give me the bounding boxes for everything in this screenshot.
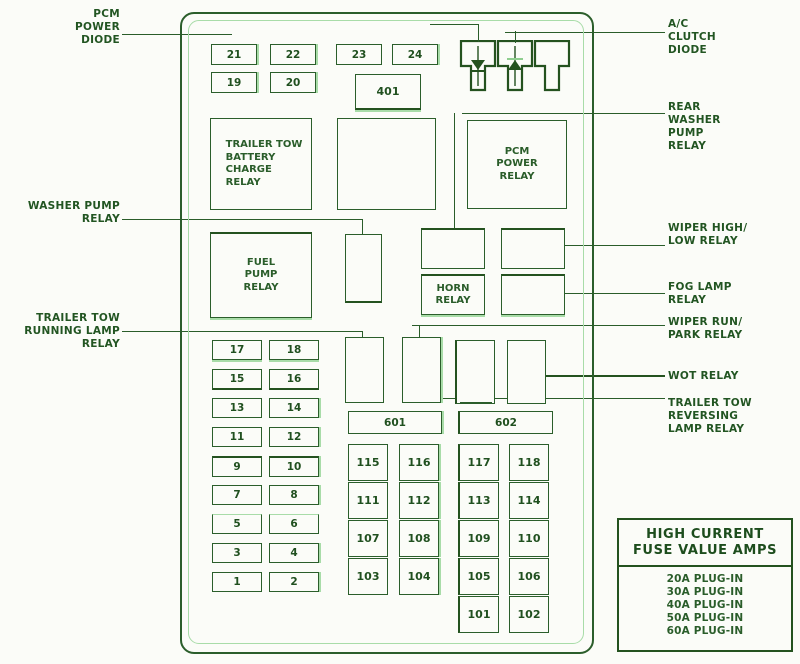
fuse-8[interactable]: 8 xyxy=(269,485,319,505)
fuse-101[interactable]: 101 xyxy=(458,596,499,633)
legend-item-60a: 60A PLUG-IN xyxy=(666,625,744,637)
legend-item-50a: 50A PLUG-IN xyxy=(666,612,744,624)
fuse-102[interactable]: 102 xyxy=(509,596,549,633)
label-trailer-tow-running-lamp-relay: TRAILER TOW RUNNING LAMP RELAY xyxy=(24,312,120,350)
trailer-tow-running-connector-v xyxy=(362,331,363,338)
wiper-run-park-connector-v xyxy=(419,325,420,338)
relay-fuel-pump-label: FUEL PUMP RELAY xyxy=(243,256,279,293)
fuse-3[interactable]: 3 xyxy=(212,543,262,563)
fuse-113[interactable]: 113 xyxy=(458,482,499,519)
fuse-22[interactable]: 22 xyxy=(270,44,316,65)
label-ac-clutch-diode: A/C CLUTCH DIODE xyxy=(668,18,717,56)
label-wot-relay: WOT RELAY xyxy=(668,370,739,382)
fuse-112[interactable]: 112 xyxy=(399,482,439,519)
fuse-10[interactable]: 10 xyxy=(269,456,319,477)
fuse-14[interactable]: 14 xyxy=(269,398,319,418)
fuse-5[interactable]: 5 xyxy=(212,514,262,534)
fuse-12[interactable]: 12 xyxy=(269,427,319,447)
fuse-602[interactable]: 602 xyxy=(458,411,553,434)
fuse-106[interactable]: 106 xyxy=(509,558,549,595)
fuse-110[interactable]: 110 xyxy=(509,520,549,557)
relay-trailer-tow-battery-charge[interactable]: TRAILER TOW BATTERY CHARGE RELAY xyxy=(210,118,312,210)
label-rear-washer-pump-relay: REAR WASHER PUMP RELAY xyxy=(668,101,721,152)
fuse-114[interactable]: 114 xyxy=(509,482,549,519)
relay-rear-washer-pump[interactable] xyxy=(421,228,485,269)
label-pcm-power-diode: PCM POWER DIODE xyxy=(75,8,120,46)
fuse-401[interactable]: 401 xyxy=(355,74,421,110)
fuse-9[interactable]: 9 xyxy=(212,456,262,477)
fuse-115[interactable]: 115 xyxy=(348,444,388,481)
fuse-23[interactable]: 23 xyxy=(336,44,382,65)
fuse-1[interactable]: 1 xyxy=(212,572,262,592)
relay-fuel-pump[interactable]: FUEL PUMP RELAY xyxy=(210,232,312,318)
label-fog-lamp-relay: FOG LAMP RELAY xyxy=(668,281,732,306)
relay-pcm-power[interactable]: PCM POWER RELAY xyxy=(467,120,567,209)
legend-item-40a: 40A PLUG-IN xyxy=(666,599,744,611)
diode-stub-1-h xyxy=(430,24,479,25)
relay-horn[interactable]: HORN RELAY xyxy=(421,274,485,315)
reversing-relay-stub xyxy=(460,402,492,403)
fuse-601[interactable]: 601 xyxy=(348,411,442,434)
legend-high-current-fuses: HIGH CURRENT FUSE VALUE AMPS 20A PLUG-IN… xyxy=(617,518,793,652)
fuse-118[interactable]: 118 xyxy=(509,444,549,481)
label-wiper-run-park-relay: WIPER RUN/ PARK RELAY xyxy=(668,316,743,341)
fuse-105[interactable]: 105 xyxy=(458,558,499,595)
fuse-11[interactable]: 11 xyxy=(212,427,262,447)
label-washer-pump-relay: WASHER PUMP RELAY xyxy=(27,200,120,225)
label-wiper-high-low-relay: WIPER HIGH/ LOW RELAY xyxy=(668,222,748,247)
fuse-2[interactable]: 2 xyxy=(269,572,319,592)
relay-wiper-high-low[interactable] xyxy=(501,228,565,269)
legend-header: HIGH CURRENT FUSE VALUE AMPS xyxy=(619,520,791,567)
relay-trailer-tow-battery-charge-label: TRAILER TOW BATTERY CHARGE RELAY xyxy=(225,139,303,188)
fuse-15[interactable]: 15 xyxy=(212,369,262,390)
legend-title-line1: HIGH CURRENT xyxy=(646,527,764,542)
fuse-7[interactable]: 7 xyxy=(212,485,262,505)
fuse-18[interactable]: 18 xyxy=(269,340,319,360)
fuse-19[interactable]: 19 xyxy=(211,72,257,93)
fuse-103[interactable]: 103 xyxy=(348,558,388,595)
legend-item-30a: 30A PLUG-IN xyxy=(666,586,744,598)
spare-holder-empty[interactable] xyxy=(529,40,575,92)
washer-pump-connector-v xyxy=(362,219,363,235)
legend-item-20a: 20A PLUG-IN xyxy=(666,573,744,585)
fuse-box-diagram: PCM POWER DIODE WASHER PUMP RELAY TRAILE… xyxy=(0,0,800,664)
relay-pcm-power-label: PCM POWER RELAY xyxy=(496,145,538,182)
fuse-109[interactable]: 109 xyxy=(458,520,499,557)
fuse-24[interactable]: 24 xyxy=(392,44,438,65)
fuse-108[interactable]: 108 xyxy=(399,520,439,557)
fuse-117[interactable]: 117 xyxy=(458,444,499,481)
fuse-17[interactable]: 17 xyxy=(212,340,262,360)
fuse-13[interactable]: 13 xyxy=(212,398,262,418)
relay-wot[interactable] xyxy=(507,340,546,404)
relay-wiper-run-park[interactable] xyxy=(402,337,441,403)
fuse-104[interactable]: 104 xyxy=(399,558,439,595)
relay-horn-label: HORN RELAY xyxy=(435,282,471,307)
fuse-6[interactable]: 6 xyxy=(269,514,319,534)
legend-body: 20A PLUG-IN 30A PLUG-IN 40A PLUG-IN 50A … xyxy=(619,567,791,645)
fuse-20[interactable]: 20 xyxy=(270,72,316,93)
diode-stub-1 xyxy=(478,24,479,42)
fuse-116[interactable]: 116 xyxy=(399,444,439,481)
diode-stub-2 xyxy=(515,31,516,43)
fuse-16[interactable]: 16 xyxy=(269,369,319,390)
fuse-111[interactable]: 111 xyxy=(348,482,388,519)
relay-trailer-tow-running-lamp[interactable] xyxy=(345,337,384,403)
fuse-107[interactable]: 107 xyxy=(348,520,388,557)
fuse-4[interactable]: 4 xyxy=(269,543,319,563)
label-trailer-tow-reversing-lamp-relay: TRAILER TOW REVERSING LAMP RELAY xyxy=(668,397,752,435)
relay-trailer-tow-reversing-lamp[interactable] xyxy=(455,340,495,404)
rear-washer-connector-v xyxy=(454,113,455,228)
legend-title-line2: FUSE VALUE AMPS xyxy=(632,543,778,558)
fuse-21[interactable]: 21 xyxy=(211,44,257,65)
relay-block-center-large[interactable] xyxy=(337,118,436,210)
relay-fog-lamp[interactable] xyxy=(501,274,565,315)
relay-washer-pump[interactable] xyxy=(345,234,382,303)
